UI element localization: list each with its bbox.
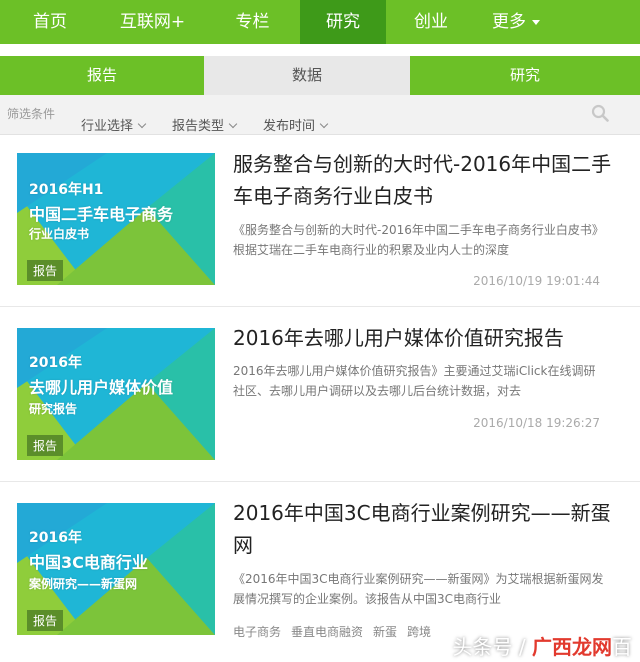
- tag-link[interactable]: 新蛋: [373, 623, 397, 640]
- nav-item-column[interactable]: 专栏: [205, 0, 300, 44]
- publish-time-dropdown-label: 发布时间: [263, 119, 316, 134]
- chevron-down-icon: [137, 119, 147, 129]
- industry-dropdown-label: 行业选择: [81, 119, 134, 134]
- article-thumbnail[interactable]: 2016年H1 中国二手车电子商务 行业白皮书 报告: [17, 153, 215, 285]
- article-thumbnail[interactable]: 2016年 中国3C电商行业 案例研究——新蛋网 报告: [17, 503, 215, 635]
- thumbnail-line: 中国3C电商行业: [29, 553, 148, 572]
- watermark-prefix: 头条号 /: [452, 635, 532, 659]
- watermark: 头条号 / 广西龙网百: [453, 631, 632, 660]
- thumbnail-line: 2016年: [29, 530, 82, 546]
- report-badge: 报告: [27, 260, 64, 281]
- nav-item-home[interactable]: 首页: [0, 0, 100, 44]
- tab-report[interactable]: 报告: [0, 56, 204, 95]
- article-summary: 2016年去哪儿用户媒体价值研究报告》主要通过艾瑞iClick在线调研社区、去哪…: [233, 364, 596, 398]
- caret-down-icon: [532, 19, 540, 25]
- thumbnail-line: 行业白皮书: [29, 227, 90, 241]
- search-icon[interactable]: [591, 104, 609, 122]
- chevron-down-icon: [228, 119, 238, 129]
- nav-item-startup[interactable]: 创业: [386, 0, 476, 44]
- report-badge: 报告: [27, 435, 64, 456]
- article-title[interactable]: 2016年中国3C电商行业案例研究——新蛋网: [233, 497, 613, 561]
- filter-label: 筛选条件: [7, 107, 56, 121]
- tag-link[interactable]: 垂直电商融资: [291, 623, 363, 640]
- tag-link[interactable]: 电子商务: [233, 623, 281, 640]
- publish-time-dropdown[interactable]: 发布时间: [263, 115, 329, 134]
- thumbnail-line: 2016年H1: [29, 182, 104, 198]
- article-summary: 《2016年中国3C电商行业案例研究——新蛋网》为艾瑞根据新蛋网发展情况撰写的企…: [233, 572, 604, 606]
- filter-bar: 筛选条件 行业选择 报告类型 发布时间: [0, 95, 640, 135]
- tag-link[interactable]: 跨境: [407, 623, 431, 640]
- report-type-dropdown-label: 报告类型: [172, 119, 225, 134]
- article-timestamp: 2016/10/19 19:01:44: [473, 274, 600, 288]
- thumbnail-line: 案例研究——新蛋网: [29, 577, 138, 591]
- report-type-dropdown[interactable]: 报告类型: [172, 115, 238, 134]
- article-divider: [0, 481, 640, 482]
- thumbnail-line: 2016年: [29, 355, 82, 371]
- nav-item-research[interactable]: 研究: [300, 0, 386, 44]
- nav-item-more[interactable]: 更多: [476, 0, 556, 44]
- chevron-down-icon: [319, 119, 329, 129]
- article-thumbnail[interactable]: 2016年 去哪儿用户媒体价值 研究报告 报告: [17, 328, 215, 460]
- tab-data[interactable]: 数据: [204, 56, 410, 95]
- article-summary: 《服务整合与创新的大时代-2016年中国二手车电子商务行业白皮书》根据艾瑞在二手…: [233, 223, 604, 257]
- nav-item-internet-plus[interactable]: 互联网+: [100, 0, 205, 44]
- tab-bar: 报告 数据 研究: [0, 56, 640, 95]
- article-tags: 电子商务 垂直电商融资 新蛋 跨境: [233, 623, 431, 640]
- thumbnail-line: 去哪儿用户媒体价值: [29, 378, 174, 397]
- article-title[interactable]: 服务整合与创新的大时代-2016年中国二手车电子商务行业白皮书: [233, 148, 613, 212]
- thumbnail-line: 研究报告: [29, 402, 78, 416]
- article-divider: [0, 306, 640, 307]
- watermark-brand: 广西龙网: [532, 635, 612, 659]
- industry-dropdown[interactable]: 行业选择: [81, 115, 147, 134]
- report-badge: 报告: [27, 610, 64, 631]
- thumbnail-line: 中国二手车电子商务: [29, 205, 174, 224]
- watermark-suffix: 百: [612, 635, 632, 659]
- top-nav: 首页 互联网+ 专栏 研究 创业 更多: [0, 0, 640, 44]
- article-timestamp: 2016/10/18 19:26:27: [473, 416, 600, 430]
- article-title[interactable]: 2016年去哪儿用户媒体价值研究报告: [233, 322, 613, 354]
- tab-research[interactable]: 研究: [410, 56, 640, 95]
- nav-more-label: 更多: [492, 12, 526, 32]
